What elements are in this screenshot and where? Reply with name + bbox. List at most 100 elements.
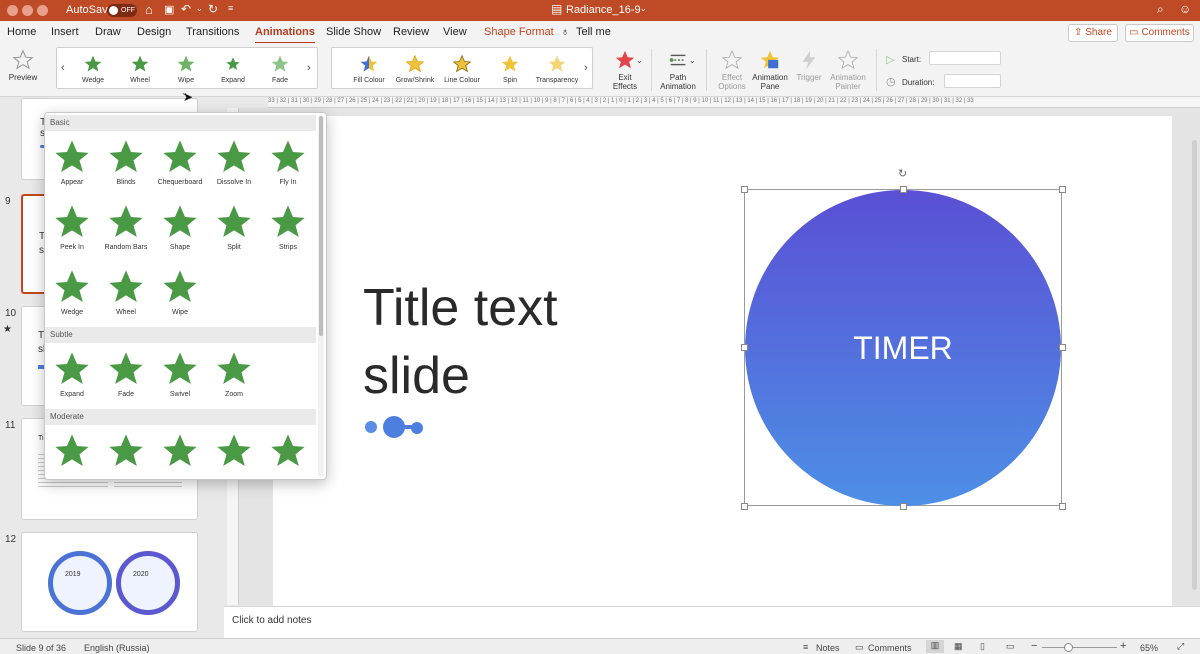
- redo-icon[interactable]: ↻: [208, 2, 218, 16]
- undo-dropdown-icon[interactable]: ⌄: [196, 4, 203, 13]
- comments-button[interactable]: ▭ Comments: [1125, 24, 1194, 42]
- effect-chequerboard[interactable]: Chequerboard: [153, 137, 207, 186]
- moderate-effect-1[interactable]: [45, 431, 99, 473]
- gallery-item-transparency[interactable]: Transparency: [533, 54, 581, 84]
- tab-view[interactable]: View: [443, 26, 467, 38]
- effect-zoom[interactable]: Zoom: [207, 349, 261, 398]
- effect-blinds[interactable]: Blinds: [99, 137, 153, 186]
- home-icon[interactable]: ⌂: [145, 2, 153, 17]
- document-title[interactable]: Radiance_16-9: [566, 4, 641, 16]
- effect-peek-in[interactable]: Peek In: [45, 202, 99, 251]
- effect-swivel[interactable]: Swivel: [153, 349, 207, 398]
- zoom-slider[interactable]: [1042, 647, 1117, 648]
- start-select[interactable]: [929, 51, 1001, 65]
- slide-show-icon[interactable]: ▭: [1006, 641, 1015, 652]
- preview-button[interactable]: Preview: [6, 49, 40, 82]
- tab-review[interactable]: Review: [393, 26, 429, 38]
- reading-view-icon[interactable]: ▯: [980, 641, 985, 652]
- zoom-slider-thumb[interactable]: [1064, 643, 1073, 652]
- duration-stepper[interactable]: [944, 74, 1001, 88]
- resize-handle[interactable]: [1059, 344, 1066, 351]
- zoom-out-icon[interactable]: −: [1031, 640, 1037, 652]
- effect-split[interactable]: Split: [207, 202, 261, 251]
- moderate-effect-2[interactable]: [99, 431, 153, 473]
- tab-design[interactable]: Design: [137, 26, 171, 38]
- effect-strips[interactable]: Strips: [261, 202, 315, 251]
- tab-transitions[interactable]: Transitions: [186, 26, 239, 38]
- zoom-level[interactable]: 65%: [1140, 643, 1158, 653]
- animation-painter-button[interactable]: Animation Painter: [826, 49, 870, 91]
- slide-thumbnail-12[interactable]: 2019 2020: [21, 532, 198, 632]
- gallery-item-expand[interactable]: Expand: [211, 54, 255, 84]
- resize-handle[interactable]: [900, 503, 907, 510]
- moderate-effect-5[interactable]: [261, 431, 315, 473]
- gallery-item-spin[interactable]: Spin: [487, 54, 533, 84]
- popup-scroll-thumb[interactable]: [319, 116, 323, 336]
- slide-title[interactable]: Title text slide: [363, 274, 558, 410]
- moderate-effect-4[interactable]: [207, 431, 261, 473]
- gallery-item-grow-shrink[interactable]: Grow/Shrink: [392, 54, 438, 84]
- language-indicator[interactable]: English (Russia): [84, 643, 150, 653]
- rotate-handle-icon[interactable]: ↻: [898, 167, 907, 180]
- effect-options-button[interactable]: Effect Options: [712, 49, 752, 91]
- notes-toggle[interactable]: Notes: [816, 643, 840, 653]
- save-icon[interactable]: ▣: [164, 3, 174, 16]
- moderate-effect-3[interactable]: [153, 431, 207, 473]
- gallery-left-arrow-icon[interactable]: ‹: [61, 62, 65, 74]
- tab-home[interactable]: Home: [7, 26, 36, 38]
- tab-insert[interactable]: Insert: [51, 26, 79, 38]
- trigger-button[interactable]: Trigger: [792, 49, 826, 82]
- gallery-item-fill-colour[interactable]: Fill Colour: [346, 54, 392, 84]
- gallery-item-wedge[interactable]: Wedge: [71, 54, 115, 84]
- effect-shape[interactable]: Shape: [153, 202, 207, 251]
- autosave-toggle[interactable]: OFF: [107, 4, 137, 17]
- gallery-item-wipe[interactable]: Wipe: [164, 54, 208, 84]
- effect-expand[interactable]: Expand: [45, 349, 99, 398]
- close-window-button[interactable]: [7, 5, 18, 16]
- zoom-window-button[interactable]: [37, 5, 48, 16]
- search-icon[interactable]: ⌕: [1157, 2, 1164, 17]
- zoom-in-icon[interactable]: +: [1120, 640, 1126, 652]
- effect-appear[interactable]: Appear: [45, 137, 99, 186]
- effect-fly-in[interactable]: Fly In: [261, 137, 315, 186]
- timer-circle[interactable]: TIMER: [745, 190, 1061, 506]
- undo-icon[interactable]: ↶: [181, 2, 191, 16]
- notes-pane[interactable]: Click to add notes: [224, 606, 1200, 638]
- resize-handle[interactable]: [1059, 503, 1066, 510]
- title-dropdown-icon[interactable]: ⌄: [640, 4, 647, 13]
- resize-handle[interactable]: [741, 503, 748, 510]
- fit-to-window-icon[interactable]: ⤢: [1177, 641, 1184, 652]
- resize-handle[interactable]: [1059, 186, 1066, 193]
- minimize-window-button[interactable]: [22, 5, 33, 16]
- account-icon[interactable]: ☺: [1179, 2, 1191, 16]
- slide-9[interactable]: Title text slide TIMER ↻: [273, 116, 1172, 606]
- gallery-right-arrow-icon[interactable]: ›: [307, 62, 311, 74]
- comments-toggle[interactable]: Comments: [868, 643, 912, 653]
- path-animation-dropdown-icon[interactable]: ⌄: [689, 56, 696, 65]
- effect-random-bars[interactable]: Random Bars: [99, 202, 153, 251]
- tab-slide-show[interactable]: Slide Show: [326, 26, 381, 38]
- slide-sorter-icon[interactable]: ▦: [954, 641, 963, 652]
- resize-handle[interactable]: [741, 186, 748, 193]
- gallery-item-wheel[interactable]: Wheel: [118, 54, 162, 84]
- tab-draw[interactable]: Draw: [95, 26, 121, 38]
- popup-scrollbar[interactable]: [318, 115, 324, 477]
- gallery-item-fade[interactable]: Fade: [258, 54, 302, 84]
- effect-wheel[interactable]: Wheel: [99, 267, 153, 316]
- canvas-scrollbar[interactable]: [1192, 140, 1197, 590]
- share-button[interactable]: ⇪ Share: [1068, 24, 1118, 42]
- emphasis-right-arrow-icon[interactable]: ›: [584, 62, 588, 74]
- normal-view-icon[interactable]: ▥: [926, 640, 944, 653]
- exit-effects-dropdown-icon[interactable]: ⌄: [636, 56, 643, 65]
- gallery-item-line-colour[interactable]: Line Colour: [439, 54, 485, 84]
- effect-wipe[interactable]: Wipe: [153, 267, 207, 316]
- animation-pane-button[interactable]: Animation Pane: [750, 49, 790, 91]
- effect-fade[interactable]: Fade: [99, 349, 153, 398]
- effect-dissolve-in[interactable]: Dissolve In: [207, 137, 261, 186]
- customize-toolbar-icon[interactable]: ≡: [228, 3, 233, 13]
- resize-handle[interactable]: [741, 344, 748, 351]
- effect-wedge[interactable]: Wedge: [45, 267, 99, 316]
- notes-placeholder[interactable]: Click to add notes: [232, 615, 312, 626]
- tab-shape-format[interactable]: Shape Format: [484, 26, 554, 38]
- resize-handle[interactable]: [900, 186, 907, 193]
